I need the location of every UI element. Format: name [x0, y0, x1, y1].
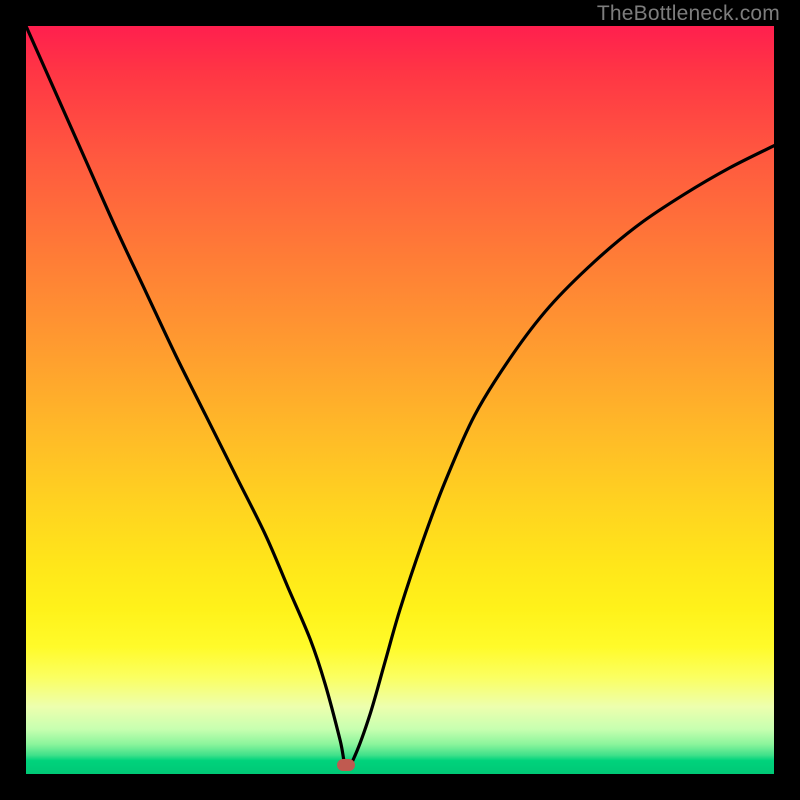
bottleneck-curve [26, 26, 774, 774]
plot-area [26, 26, 774, 774]
optimum-marker [337, 759, 355, 771]
chart-frame: TheBottleneck.com [0, 0, 800, 800]
watermark-text: TheBottleneck.com [597, 2, 780, 26]
